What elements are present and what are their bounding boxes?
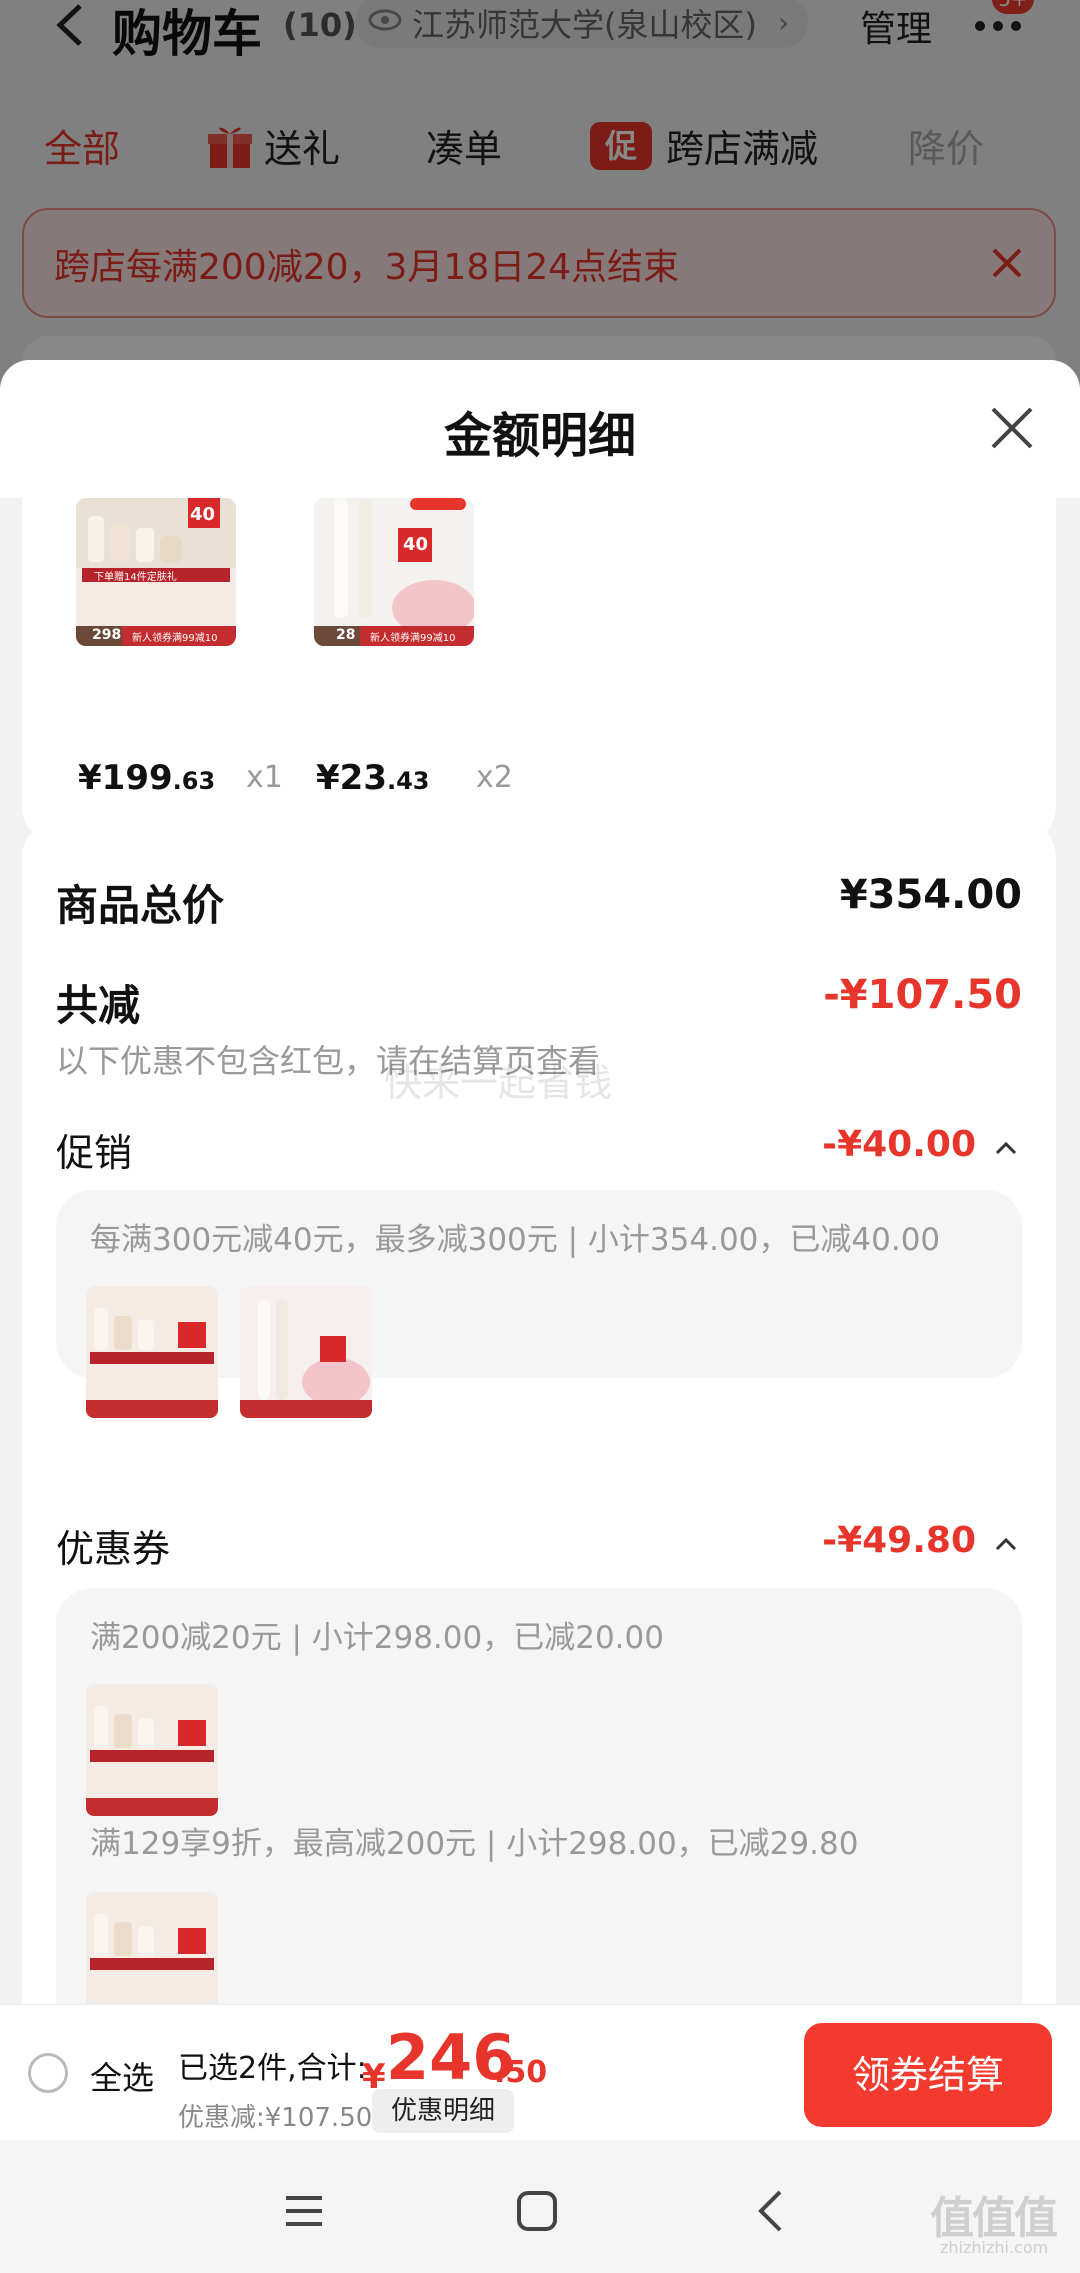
sheet-title: 金额明细 [443,408,636,464]
promotion-label: 促销 [56,1131,133,1175]
recent-apps-icon[interactable] [284,2194,324,2228]
product-tag: 40 [403,534,429,555]
close-icon[interactable] [990,406,1034,450]
system-nav-bar [0,2140,1080,2273]
amount-detail-sheet: 金额明细 40 下单赠14件定肤礼 298 新人领券满99减10 40 28 新… [0,360,1080,2273]
product-tag: 40 [190,504,216,525]
product-thumbnail-icon [240,1286,372,1418]
product-thumbnail-icon [86,1684,218,1816]
back-icon[interactable] [756,2188,784,2234]
checkout-bar: 全选 已选2件,合计: ¥ 246 .50 优惠减:¥107.50 优惠明细 领… [0,2004,1080,2141]
select-all-checkbox[interactable] [28,2053,68,2093]
sheet-header: 金额明细 [0,360,1080,498]
selected-info: 已选2件,合计: [178,2051,367,2086]
checkout-button[interactable]: 领券结算 [804,2023,1052,2127]
coupon-rule: 满200减20元 | 小计298.00，已减20.00 [90,1620,664,1656]
price-decimal: .63 [172,767,216,795]
coupon-value[interactable]: -¥49.80 [822,1520,976,1561]
product-thumbnail-icon [86,1286,218,1418]
product-quantity: x1 [246,760,283,795]
discount-amount: 优惠减:¥107.50 [178,2103,373,2133]
product-thumb-price: 298 [92,627,122,643]
product-quantity: x2 [476,760,513,795]
watermark-url: zhizhizhi.com [940,2238,1049,2257]
product-thumb-note: 下单赠14件定肤礼 [94,572,177,583]
price-integer: ¥23 [316,758,387,798]
coupon-rule: 满129享9折，最高减200元 | 小计298.00，已减29.80 [90,1826,859,1862]
product-image[interactable]: 40 28 新人领券满99减10 [314,498,474,646]
home-icon[interactable] [516,2190,558,2232]
watermark-text: 快来一起省钱 [384,1061,613,1105]
total-reduction-label: 共减 [56,981,141,1030]
product-price: ¥199.63 [78,758,215,798]
product-thumb-caption: 新人领券满99减10 [132,633,218,644]
total-price-value: ¥354.00 [839,872,1022,918]
total-reduction-value: -¥107.50 [823,972,1022,1018]
price-decimal: .43 [386,767,430,795]
product-thumbnail [86,1286,218,1418]
price-integer: ¥199 [78,758,173,798]
product-price: ¥23.43 [316,758,430,798]
product-image[interactable]: 40 下单赠14件定肤礼 298 新人领券满99减10 [76,498,236,646]
select-all-label[interactable]: 全选 [90,2053,154,2099]
coupon-label: 优惠券 [56,1527,171,1571]
product-thumbnail [240,1286,372,1418]
product-thumb-price: 28 [336,627,356,643]
discount-detail-button[interactable]: 优惠明细 [372,2089,514,2133]
product-thumbnail [86,1684,218,1816]
total-price-label: 商品总价 [56,881,225,930]
total-amount-decimal: .50 [494,2055,548,2090]
watermark-logo: 值值值 [930,2193,1058,2244]
promotion-detail-box: 每满300元减40元，最多减300元 | 小计354.00，已减40.00 [56,1190,1022,1418]
promotion-value[interactable]: -¥40.00 [822,1124,976,1165]
product-image-icon [314,498,474,646]
product-thumb-caption: 新人领券满99减10 [370,633,456,644]
chevron-up-icon[interactable] [994,1536,1018,1552]
chevron-up-icon[interactable] [994,1140,1018,1156]
promotion-rule: 每满300元减40元，最多减300元 | 小计354.00，已减40.00 [90,1222,941,1258]
